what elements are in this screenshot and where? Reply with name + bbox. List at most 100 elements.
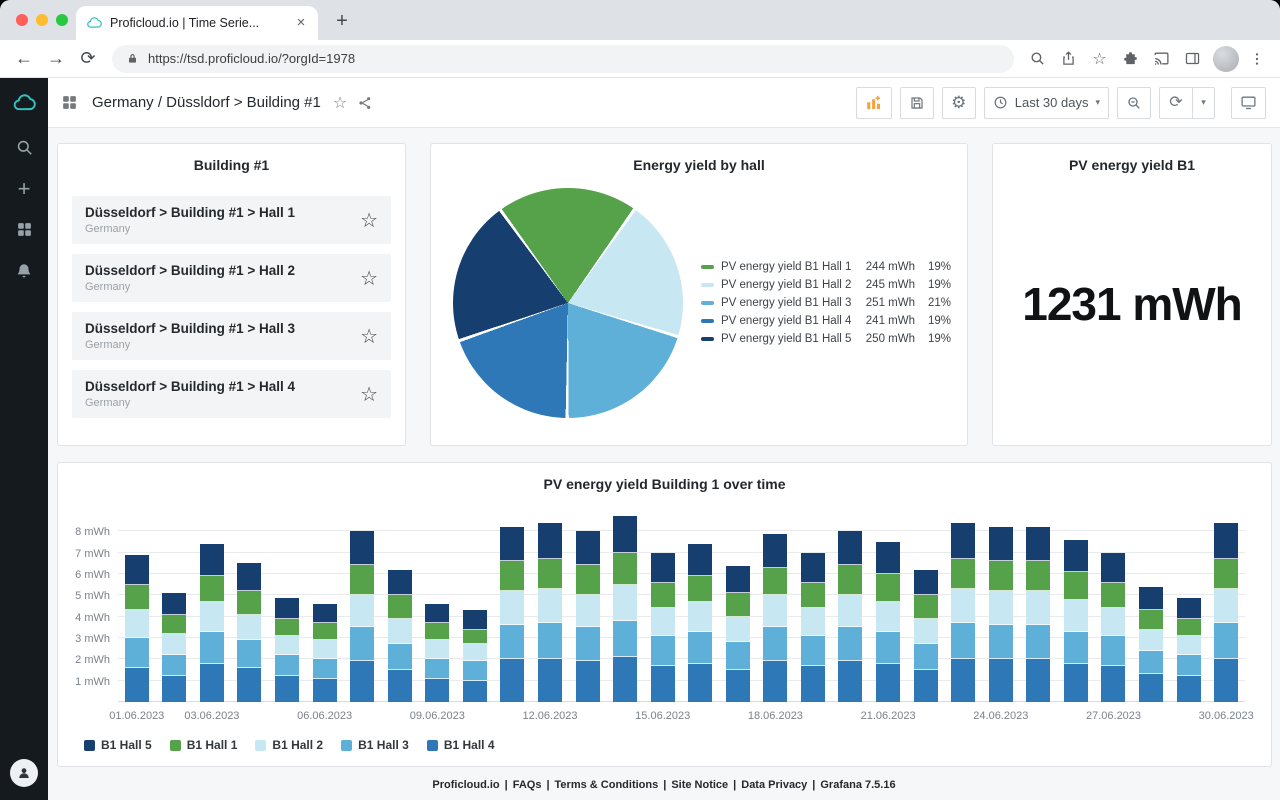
stacked-bar[interactable] (876, 542, 900, 702)
building-list-item[interactable]: Düsseldorf > Building #1 > Hall 1Germany… (72, 196, 391, 244)
building-list-item[interactable]: Düsseldorf > Building #1 > Hall 4Germany… (72, 370, 391, 418)
cast-icon[interactable] (1148, 45, 1175, 72)
dashboard-settings-button[interactable]: ⚙ (942, 87, 976, 119)
favorite-star-icon[interactable]: ☆ (360, 324, 378, 349)
stacked-bar[interactable] (726, 566, 750, 702)
legend-series-percent: 21% (915, 297, 951, 309)
bar-legend-item[interactable]: B1 Hall 4 (427, 738, 495, 752)
refresh-interval-dropdown[interactable]: ▾ (1193, 87, 1215, 119)
sidebar-search-icon[interactable] (0, 127, 48, 168)
stacked-bar[interactable] (651, 553, 675, 702)
add-panel-button[interactable] (856, 87, 892, 119)
stacked-bar[interactable] (1214, 523, 1238, 702)
reload-button[interactable]: ⟳ (74, 45, 102, 73)
side-panel-icon[interactable] (1179, 45, 1206, 72)
time-range-picker[interactable]: Last 30 days ▾ (984, 87, 1109, 119)
stacked-bar[interactable] (838, 531, 862, 702)
pie-legend-row[interactable]: PV energy yield B1 Hall 5250 mWh19% (701, 333, 951, 345)
bar-segment (237, 668, 261, 702)
stacked-bar[interactable] (425, 604, 449, 702)
footer-link[interactable]: Grafana 7.5.16 (820, 779, 895, 791)
bar-legend-item[interactable]: B1 Hall 5 (84, 738, 152, 752)
bar-legend-item[interactable]: B1 Hall 3 (341, 738, 409, 752)
pie-legend-row[interactable]: PV energy yield B1 Hall 1244 mWh19% (701, 261, 951, 273)
building-list-item[interactable]: Düsseldorf > Building #1 > Hall 3Germany… (72, 312, 391, 360)
footer-link[interactable]: Site Notice (671, 779, 728, 791)
address-bar[interactable]: https://tsd.proficloud.io/?orgId=1978 (112, 45, 1014, 73)
bar-segment (651, 583, 675, 609)
stacked-bar[interactable] (951, 523, 975, 702)
pie-legend-row[interactable]: PV energy yield B1 Hall 4241 mWh19% (701, 315, 951, 327)
stacked-bar[interactable] (989, 527, 1013, 702)
footer-link[interactable]: Terms & Conditions (555, 779, 659, 791)
stacked-bar[interactable] (388, 570, 412, 702)
pie-legend-row[interactable]: PV energy yield B1 Hall 3251 mWh21% (701, 297, 951, 309)
zoom-search-icon[interactable] (1024, 45, 1051, 72)
bar-segment (200, 664, 224, 702)
extensions-puzzle-icon[interactable] (1117, 45, 1144, 72)
favorite-star-icon[interactable]: ☆ (360, 266, 378, 291)
stacked-bar[interactable] (538, 523, 562, 702)
bookmark-star-icon[interactable]: ☆ (1086, 45, 1113, 72)
window-minimize-button[interactable] (36, 14, 48, 26)
browser-menu-icon[interactable] (1243, 45, 1270, 72)
building-list-item[interactable]: Düsseldorf > Building #1 > Hall 2Germany… (72, 254, 391, 302)
stacked-bar[interactable] (1101, 553, 1125, 702)
cycle-view-mode-button[interactable] (1231, 87, 1266, 119)
stacked-bar[interactable] (500, 527, 524, 702)
stacked-bar[interactable] (763, 534, 787, 703)
legend-color-marker (701, 265, 714, 269)
favorite-star-icon[interactable]: ☆ (360, 208, 378, 233)
footer-link[interactable]: Data Privacy (741, 779, 807, 791)
bar-legend-item[interactable]: B1 Hall 1 (170, 738, 238, 752)
stacked-bar[interactable] (200, 544, 224, 702)
footer-link[interactable]: Proficloud.io (432, 779, 499, 791)
browser-profile-avatar[interactable] (1213, 46, 1239, 72)
share-page-icon[interactable] (1055, 45, 1082, 72)
stacked-bar[interactable] (576, 531, 600, 702)
share-dashboard-icon[interactable] (357, 95, 373, 111)
stacked-bar[interactable] (613, 516, 637, 702)
stacked-bar[interactable] (801, 553, 825, 702)
bar-segment (688, 632, 712, 664)
stacked-bar[interactable] (162, 593, 186, 702)
dashboard-grid-icon[interactable] (61, 94, 78, 111)
stacked-bar[interactable] (313, 604, 337, 702)
zoom-out-button[interactable] (1117, 87, 1151, 119)
sidebar-user-avatar[interactable] (10, 759, 38, 787)
breadcrumb[interactable]: Germany / Düssldorf > Building #1 (92, 94, 321, 111)
window-zoom-button[interactable] (56, 14, 68, 26)
favorite-dashboard-star-icon[interactable]: ☆ (333, 93, 347, 113)
bar-segment (237, 563, 261, 591)
proficloud-logo-icon[interactable] (12, 91, 36, 115)
browser-tab[interactable]: Proficloud.io | Time Serie... × (76, 6, 318, 40)
stacked-bar[interactable] (463, 610, 487, 702)
footer-link[interactable]: FAQs (513, 779, 542, 791)
stacked-bar[interactable] (350, 531, 374, 702)
refresh-button[interactable]: ⟳ (1159, 87, 1193, 119)
stacked-bar[interactable] (1026, 527, 1050, 702)
save-dashboard-button[interactable] (900, 87, 934, 119)
sidebar-dashboards-icon[interactable] (0, 209, 48, 250)
stacked-bar[interactable] (1177, 598, 1201, 703)
dashboard-content: Building #1 Düsseldorf > Building #1 > H… (48, 128, 1280, 772)
sidebar-alerts-bell-icon[interactable] (0, 250, 48, 291)
window-close-button[interactable] (16, 14, 28, 26)
sidebar-create-icon[interactable]: + (0, 168, 48, 209)
forward-button[interactable]: → (42, 45, 70, 73)
stacked-bar[interactable] (275, 598, 299, 703)
back-button[interactable]: ← (10, 45, 38, 73)
tab-close-icon[interactable]: × (292, 14, 310, 32)
stacked-bar[interactable] (1064, 540, 1088, 702)
bar-legend-item[interactable]: B1 Hall 2 (255, 738, 323, 752)
stacked-bar[interactable] (1139, 587, 1163, 702)
stacked-bar[interactable] (125, 555, 149, 702)
stacked-bar[interactable] (237, 563, 261, 702)
favorite-star-icon[interactable]: ☆ (360, 382, 378, 407)
bar-segment (613, 516, 637, 552)
pie-chart[interactable] (453, 188, 683, 418)
pie-legend-row[interactable]: PV energy yield B1 Hall 2245 mWh19% (701, 279, 951, 291)
new-tab-button[interactable]: + (328, 7, 356, 35)
stacked-bar[interactable] (914, 570, 938, 702)
stacked-bar[interactable] (688, 544, 712, 702)
